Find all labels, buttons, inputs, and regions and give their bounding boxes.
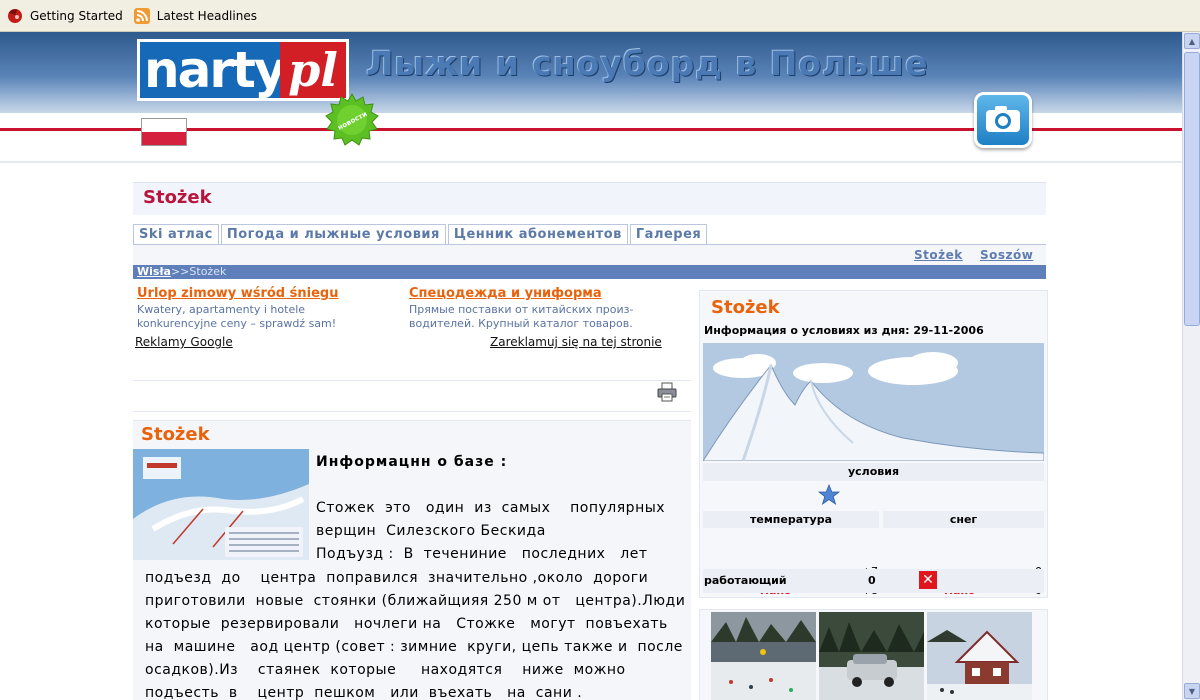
close-x-icon: ✕ <box>919 571 937 589</box>
print-icon[interactable] <box>656 382 678 402</box>
gallery-photo[interactable] <box>711 612 816 700</box>
header-gray-line <box>0 161 1182 163</box>
site-banner: Лыжи и сноуборд в Польше <box>366 44 929 83</box>
article-line: приготовили новые стоянки (ближайщияя 25… <box>145 593 686 609</box>
article-heading: Информацнн о базе : <box>316 454 508 470</box>
poland-flag-icon[interactable] <box>141 118 187 146</box>
conditions-date: Информация о условиях из дня: 29-11-2006 <box>704 324 984 337</box>
ad-right-line1: Прямые поставки от китайских произ- <box>409 303 634 316</box>
star-icon <box>818 484 840 505</box>
gallery-photo[interactable] <box>819 612 924 700</box>
page-viewport: narty pl Лыжи и сноуборд в Польше новост… <box>0 32 1182 700</box>
article-line: осадков).Из стаянек которые находятся ни… <box>145 662 626 678</box>
breadcrumb: Wisła>>Stożek <box>133 265 1046 279</box>
news-badge[interactable]: новости <box>324 92 380 148</box>
resort-link-stozek[interactable]: Stożek <box>914 248 963 262</box>
print-row <box>133 380 691 412</box>
conditions-header: условия <box>703 463 1044 481</box>
bookmark-latest-headlines[interactable]: Latest Headlines <box>133 7 257 25</box>
flag-white <box>142 119 186 132</box>
resort-link-soszow[interactable]: Soszów <box>980 248 1033 262</box>
camera-icon[interactable] <box>974 92 1032 148</box>
working-lifts-label: работающий <box>704 574 787 587</box>
logo-accent: pl <box>280 42 346 98</box>
ad-left-line1: Kwatery, apartamenty i hotele <box>137 303 306 316</box>
bookmarks-toolbar: Getting Started Latest Headlines <box>0 0 1200 32</box>
logo-text: narty <box>144 41 286 99</box>
breadcrumb-root-link[interactable]: Wisła <box>137 265 171 278</box>
scrollbar-thumb[interactable] <box>1184 52 1200 326</box>
site-logo[interactable]: narty pl <box>137 39 349 101</box>
title-bar <box>133 182 1046 215</box>
flag-red <box>142 132 186 145</box>
conditions-title: Stożek <box>711 297 780 318</box>
resort-map-image[interactable] <box>133 449 309 560</box>
scroll-up-button[interactable]: ▲ <box>1184 33 1200 49</box>
breadcrumb-current: >>Stożek <box>170 265 227 278</box>
article-line: верщин Силезского Бескида <box>316 523 546 539</box>
article-line: которые резервировали ночлеги на Стожке … <box>145 616 668 632</box>
tab-gallery[interactable]: Галерея <box>629 224 708 245</box>
tab-ski-atlas[interactable]: Ski атлас <box>133 224 219 245</box>
ski-slope-photo <box>711 612 816 700</box>
article-line: Подъузд : В течениние последних лет <box>316 546 648 562</box>
mountain-illustration <box>703 343 1044 461</box>
google-ads-link[interactable]: Reklamy Google <box>135 335 233 349</box>
bookmark-getting-started[interactable]: Getting Started <box>6 7 123 25</box>
tab-weather[interactable]: Погода и лыжные условия <box>220 224 446 245</box>
article-line: на машине аод центр (совет : зимние круг… <box>145 639 683 655</box>
advertise-link[interactable]: Zareklamuj się na tej stronie <box>490 335 662 349</box>
gallery-photo[interactable] <box>927 612 1032 700</box>
working-lifts-value: 0 <box>868 574 876 587</box>
article-line: подъесть в центр пешком или въехать на с… <box>145 685 583 700</box>
rss-icon <box>133 7 150 24</box>
cars-photo <box>819 612 924 700</box>
mountain-graphic <box>703 343 1044 461</box>
article-title: Stożek <box>141 424 210 445</box>
bookmark-label: Latest Headlines <box>156 8 257 23</box>
temperature-header: температура <box>703 511 879 528</box>
resort-links-bar <box>133 245 1046 265</box>
tab-pricelist[interactable]: Ценник абонементов <box>447 224 628 245</box>
firefox-icon <box>8 8 22 23</box>
resort-map-graphic <box>133 449 309 560</box>
ad-left-title[interactable]: Urlop zimowy wśród śniegu <box>137 286 338 301</box>
article-line: Стожек это один из самых популярных <box>316 500 666 516</box>
ad-left-line2: konkurencyjne ceny – sprawdź sam! <box>137 317 337 330</box>
vertical-scrollbar[interactable]: ▲ ▼ <box>1182 32 1200 700</box>
snow-header: снег <box>883 511 1044 528</box>
page-title: Stożek <box>143 187 212 208</box>
ad-right-title[interactable]: Спецодежда и униформа <box>409 286 602 301</box>
article-line: подъезд до центра поправился значительно… <box>145 570 649 586</box>
ad-right-line2: водителей. Крупный каталог товаров. <box>409 317 633 330</box>
tab-bar: Ski атлас Погода и лыжные условия Ценник… <box>133 224 709 245</box>
scroll-down-button[interactable]: ▼ <box>1184 683 1200 699</box>
bookmark-label: Getting Started <box>30 8 123 23</box>
chalet-photo <box>927 612 1032 700</box>
camera-glyph <box>986 106 1020 132</box>
